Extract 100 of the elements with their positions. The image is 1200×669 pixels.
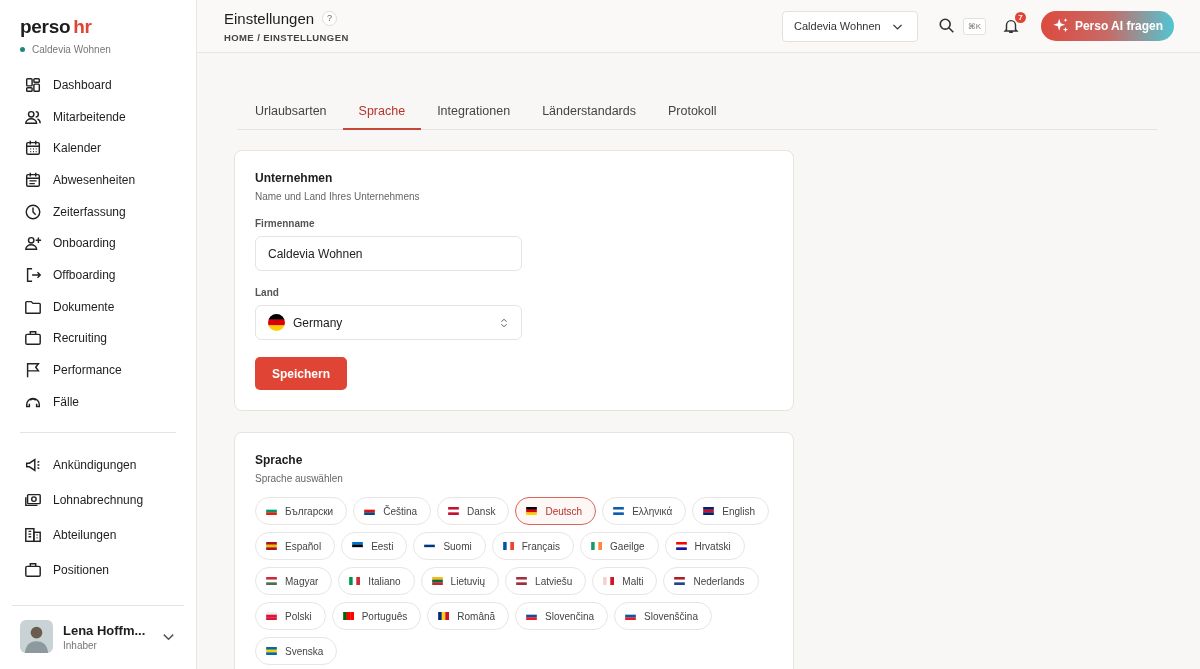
flag-icon [266, 542, 277, 550]
nav-item[interactable]: Dokumente [24, 296, 196, 317]
nav-item[interactable]: Zeiterfassung [24, 201, 196, 222]
nav-item[interactable]: Dashboard [24, 75, 196, 95]
field-label: Land [255, 287, 279, 298]
calendar-icon [24, 139, 42, 158]
flag-icon [266, 612, 277, 620]
nav-item[interactable]: Lohnabrechnung [24, 490, 196, 511]
flag-icon [603, 577, 615, 585]
workspace-name: Caldevia Wohnen [32, 44, 111, 55]
language-chip[interactable]: Čeština [353, 497, 432, 525]
language-chip[interactable]: Nederlands [663, 567, 759, 595]
language-chip[interactable]: Latviešu [505, 567, 587, 595]
tab[interactable]: Integrationen [421, 101, 527, 130]
flag-icon [613, 507, 625, 515]
language-chip[interactable]: Gaeilge [580, 532, 659, 560]
flag-icon [674, 577, 686, 585]
company-select[interactable]: Caldevia Wohnen [782, 10, 918, 42]
megaphone-icon [24, 456, 42, 475]
up-down-icon [499, 317, 509, 328]
nav-item[interactable]: Ankündigungen [24, 455, 196, 476]
nav-item[interactable]: Onboarding [24, 233, 196, 254]
language-chip[interactable]: Português [331, 602, 422, 630]
language-chip[interactable]: Ελληνικά [602, 497, 687, 525]
flag-icon [625, 612, 636, 620]
nav-item[interactable]: Offboarding [24, 265, 196, 285]
flag-icon [675, 542, 687, 550]
ai-button[interactable]: Perso AI fragen [1041, 11, 1174, 41]
help-button[interactable]: ? [322, 10, 338, 26]
exit-icon [24, 265, 42, 284]
language-chip[interactable]: Magyar [255, 567, 333, 595]
language-chip[interactable]: Français [491, 532, 575, 560]
breadcrumb: HOME / EINSTELLUNGEN [224, 31, 349, 43]
flag-icon [342, 612, 354, 620]
flag-icon [352, 542, 364, 550]
flag-icon [266, 577, 277, 585]
nav-item[interactable]: Abteilungen [24, 525, 196, 545]
company-name-field[interactable]: Caldevia Wohnen [255, 236, 522, 271]
flag-icon [703, 507, 715, 515]
briefcase-icon [24, 329, 42, 348]
flag-icon [266, 647, 277, 655]
nav-item[interactable]: Kalender [24, 138, 196, 159]
language-chip[interactable]: Svenska [255, 637, 338, 665]
briefcase-icon [24, 561, 42, 580]
language-chip[interactable]: Română [427, 602, 510, 630]
language-chip[interactable]: Slovenčina [515, 602, 608, 630]
user-menu[interactable]: Lena Hoffm... Inhaber [12, 605, 184, 669]
flag-icon [24, 361, 42, 380]
flag-icon [502, 542, 514, 550]
flag-icon [591, 542, 603, 550]
flag-icon [266, 507, 277, 515]
language-chip[interactable]: Suomi [413, 532, 486, 560]
card-subtitle: Name und Land Ihres Unternehmens [255, 191, 420, 202]
sparkle-icon [1051, 17, 1070, 35]
page-title: Einstellungen [224, 9, 315, 27]
flag-icon [448, 507, 460, 515]
flag-icon [268, 314, 285, 331]
language-chip[interactable]: Български [255, 497, 348, 525]
flag-icon [349, 577, 361, 585]
list-icon [24, 170, 42, 189]
nav-item[interactable]: Performance [24, 360, 196, 380]
language-chip[interactable]: Malti [592, 567, 658, 595]
language-chip[interactable]: Hrvatski [664, 532, 745, 560]
notification-badge: 7 [1015, 12, 1026, 23]
flag-icon [431, 577, 443, 585]
flag-icon [516, 577, 528, 585]
field-label: Firmenname [255, 218, 315, 229]
language-chip[interactable]: English [692, 497, 770, 525]
shortcut-hint: ⌘K [962, 17, 986, 35]
avatar [20, 620, 53, 653]
nav-item[interactable]: Positionen [24, 560, 196, 580]
logo: perso hr [19, 16, 93, 38]
nav-item[interactable]: Fälle [24, 391, 196, 412]
tab[interactable]: Länderstandards [526, 101, 652, 130]
language-chip[interactable]: Lietuvių [420, 567, 500, 595]
language-chip[interactable]: Polski [255, 602, 326, 630]
search-icon[interactable] [937, 17, 956, 35]
tab[interactable]: Sprache [342, 101, 422, 130]
tab[interactable]: Urlaubsarten [239, 101, 343, 130]
language-chip[interactable]: Deutsch [515, 497, 597, 525]
bell-icon[interactable] [1002, 17, 1020, 35]
language-chip[interactable]: Español [255, 532, 336, 560]
tab[interactable]: Protokoll [651, 101, 733, 130]
nav-item[interactable]: Mitarbeitende [24, 106, 196, 127]
flag-icon [526, 612, 538, 620]
language-chip[interactable]: Slovenščina [614, 602, 712, 630]
card-title: Sprache [255, 453, 303, 467]
language-chip[interactable]: Eesti [341, 532, 408, 560]
nav-item[interactable]: Recruiting [24, 328, 196, 349]
language-chip[interactable]: Italiano [338, 567, 415, 595]
nav-item[interactable]: Abwesenheiten [24, 170, 196, 190]
card-subtitle: Sprache auswählen [255, 473, 343, 484]
save-button[interactable]: Speichern [255, 357, 348, 390]
flag-icon [424, 542, 436, 550]
country-select[interactable]: Germany [255, 305, 522, 340]
flag-icon [364, 507, 376, 515]
flag-icon [438, 612, 450, 620]
dashboard-icon [24, 75, 42, 94]
language-chip[interactable]: Dansk [437, 497, 510, 525]
person-plus-icon [24, 234, 42, 253]
